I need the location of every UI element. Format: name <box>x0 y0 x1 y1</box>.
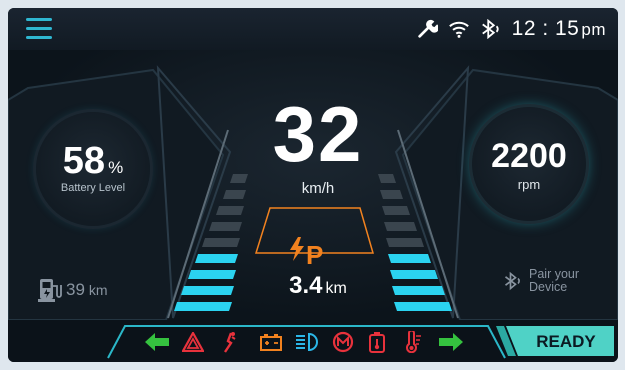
temperature-warning-icon <box>400 330 426 354</box>
headlight-icon <box>294 330 320 354</box>
right-turn-arrow-icon <box>438 330 464 354</box>
speed-unit: km/h <box>301 180 335 197</box>
speed-value: 32 <box>272 90 364 178</box>
hamburger-menu-icon[interactable] <box>26 16 52 40</box>
trip-unit: km <box>325 280 347 297</box>
battery-gauge: 58% Battery Level <box>36 112 150 226</box>
bluetooth-pair-icon <box>505 271 520 291</box>
battery-unit: % <box>108 158 124 177</box>
gear-letter: P <box>306 240 324 270</box>
top-bar: 12 : 15 pm <box>8 8 618 50</box>
pair-device-label: Pair your Device <box>529 268 579 294</box>
clock: 12 : 15 pm <box>512 17 606 41</box>
clock-time: 12 : 15 <box>511 17 580 40</box>
battery-warning-icon <box>258 330 284 354</box>
charging-station-icon <box>38 279 62 302</box>
battery-value: 58 <box>62 140 106 182</box>
pair-device-line2: Device <box>529 280 568 294</box>
battery-label: Battery Level <box>60 182 126 194</box>
battery-temperature-icon <box>364 330 390 354</box>
range-value: 39 <box>66 280 85 299</box>
trip-value: 3.4 <box>289 272 323 299</box>
range-unit: km <box>88 282 108 298</box>
dashboard-frame: 12 : 15 pm 58 % Battery Level 2200 rpm 3… <box>8 8 618 362</box>
rpm-unit: rpm <box>517 177 541 192</box>
wifi-icon[interactable] <box>448 19 470 39</box>
charging-bolt-icon <box>290 237 304 261</box>
wrench-icon[interactable] <box>416 18 438 40</box>
left-turn-arrow-icon <box>144 330 170 354</box>
pair-device-button[interactable]: Pair your Device <box>503 268 579 294</box>
main-cluster: 58% Battery Level 2200 rpm 32 km/h P 3.4… <box>8 50 618 320</box>
rpm-gauge: 2200 rpm <box>472 107 586 221</box>
rpm-value: 2200 <box>491 137 567 175</box>
clock-ampm: pm <box>581 20 606 39</box>
trip-distance: 3.4 km <box>263 272 373 300</box>
status-area: 12 : 15 pm <box>416 15 606 43</box>
motor-warning-icon <box>330 330 356 354</box>
bluetooth-icon[interactable] <box>480 19 502 39</box>
range-indicator: 39 km <box>38 277 108 303</box>
hazard-warning-icon <box>180 330 206 354</box>
side-stand-icon <box>216 330 242 354</box>
battery-value-row: 58% <box>36 140 150 183</box>
ready-label: READY <box>536 332 596 351</box>
